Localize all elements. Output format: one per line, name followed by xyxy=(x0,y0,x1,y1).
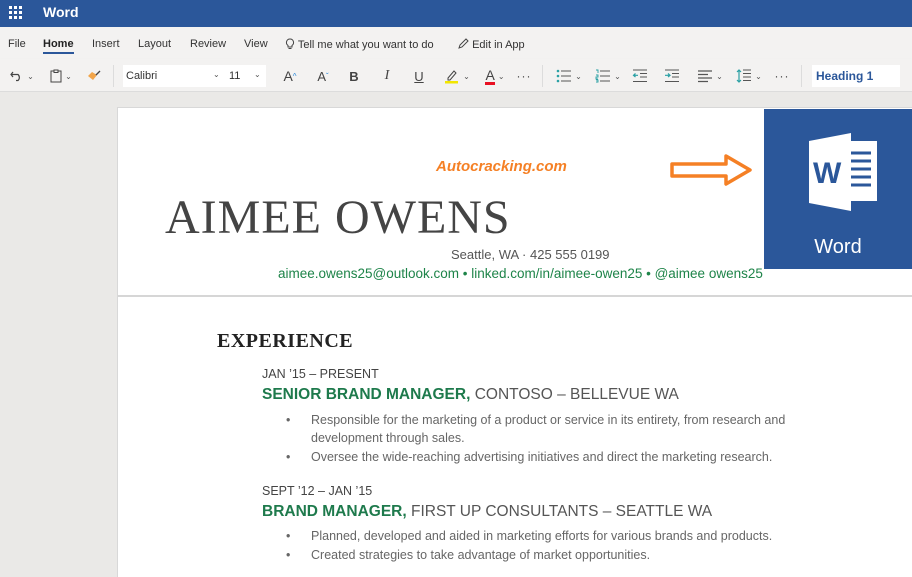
align-button[interactable]: ⌄ xyxy=(695,66,725,86)
word-tile-label: Word xyxy=(814,236,862,258)
list-item: • Responsible for the marketing of a prod… xyxy=(286,411,846,447)
bullet-text: Oversee the wide-reaching advertising in… xyxy=(311,450,773,464)
more-paragraph-options-button[interactable]: ··· xyxy=(772,66,792,86)
bullet-text: Responsible for the marketing of a produ… xyxy=(311,413,786,445)
undo-button[interactable]: ⌄ xyxy=(8,66,36,86)
line-spacing-button[interactable]: ⌄ xyxy=(734,66,764,86)
decrease-indent-icon xyxy=(632,69,647,82)
styles-gallery-heading-1[interactable]: Heading 1 xyxy=(812,65,900,87)
header-divider xyxy=(118,295,912,297)
job-title: SENIOR BRAND MANAGER, CONTOSO – BELLEVUE… xyxy=(262,386,679,404)
tab-review[interactable]: Review xyxy=(190,38,226,50)
chevron-down-icon: ⌄ xyxy=(755,71,762,81)
edit-in-app-label: Edit in App xyxy=(472,39,525,51)
align-left-icon xyxy=(698,69,713,82)
bullet-icon: • xyxy=(286,413,291,427)
bullet-text: Planned, developed and aided in marketin… xyxy=(311,529,773,543)
font-color-icon: A xyxy=(485,66,495,85)
home-toolbar: ⌄ ⌄ Calibri ⌄ 11 ⌄ A ^ Aˇ B I U ⌄ A ⌄ ··· … xyxy=(0,59,912,92)
tell-me-search[interactable]: Tell me what you want to do xyxy=(285,38,434,51)
underline-button[interactable]: U xyxy=(411,66,427,86)
chevron-down-icon: ⌄ xyxy=(213,70,220,79)
tell-me-label: Tell me what you want to do xyxy=(297,39,434,51)
list-item: • Oversee the wide-reaching advertising i… xyxy=(286,448,846,466)
chevron-down-icon: ⌄ xyxy=(575,71,582,81)
list-item: • Planned, developed and aided in marketi… xyxy=(286,527,846,545)
chevron-down-icon: ⌄ xyxy=(614,71,621,81)
app-launcher-icon[interactable] xyxy=(9,6,22,19)
ribbon-tabs: File Home Insert Layout Review View Tell… xyxy=(0,27,912,59)
bullet-icon: • xyxy=(286,529,291,543)
job-company: FIRST UP CONSULTANTS – SEATTLE WA xyxy=(406,503,713,520)
paste-button[interactable]: ⌄ xyxy=(47,66,75,86)
decrease-indent-button[interactable] xyxy=(631,66,649,86)
font-name-dropdown[interactable]: Calibri ⌄ 11 ⌄ xyxy=(123,65,266,87)
toolbar-separator xyxy=(801,65,802,87)
word-logo-icon: W xyxy=(809,133,877,211)
bulleted-list-icon xyxy=(556,69,572,83)
tab-view[interactable]: View xyxy=(244,38,268,50)
bullet-icon: • xyxy=(286,548,291,562)
highlight-button[interactable]: ⌄ xyxy=(442,66,472,86)
job-role: BRAND MANAGER, xyxy=(262,503,407,520)
job-company: CONTOSO – BELLEVUE WA xyxy=(470,386,679,403)
location-phone: Seattle, WA · 425 555 0199 xyxy=(451,247,610,262)
bullet-text: Created strategies to take advantage of … xyxy=(311,548,651,562)
edit-in-app-button[interactable]: Edit in App xyxy=(458,38,525,51)
chevron-down-icon: ⌄ xyxy=(716,71,723,81)
increase-indent-icon xyxy=(665,69,679,82)
watermark-text: Autocracking.com xyxy=(436,158,567,175)
word-logo-tile: W Word xyxy=(764,109,912,269)
grow-font-icon: A xyxy=(283,68,293,84)
section-heading-experience: EXPERIENCE xyxy=(217,330,354,352)
highlighter-icon xyxy=(445,70,459,84)
shrink-font-button[interactable]: Aˇ xyxy=(314,66,332,86)
numbered-list-icon xyxy=(595,69,611,83)
numbering-button[interactable]: ⌄ xyxy=(593,66,623,86)
undo-icon xyxy=(10,71,21,82)
pencil-icon xyxy=(458,38,469,49)
job-role: SENIOR BRAND MANAGER, xyxy=(262,386,471,403)
grow-font-button[interactable]: A ^ xyxy=(281,66,299,86)
font-size-dropdown[interactable]: 11 xyxy=(229,70,240,82)
tab-insert[interactable]: Insert xyxy=(92,38,120,50)
format-painter-icon xyxy=(88,70,101,80)
font-color-button[interactable]: A ⌄ xyxy=(480,66,510,86)
contact-links: aimee.owens25@outlook.com • linked.com/i… xyxy=(278,266,763,281)
line-spacing-icon xyxy=(736,69,752,83)
chevron-down-icon: ⌄ xyxy=(497,71,505,81)
tab-home[interactable]: Home xyxy=(43,38,74,54)
chevron-down-icon: ⌄ xyxy=(463,71,470,81)
italic-button[interactable]: I xyxy=(379,66,395,86)
job-title: BRAND MANAGER, FIRST UP CONSULTANTS – SE… xyxy=(262,503,712,521)
clipboard-icon xyxy=(50,69,62,83)
font-name-value: Calibri xyxy=(126,70,158,82)
bullet-icon: • xyxy=(286,450,291,464)
shrink-font-icon: A xyxy=(317,68,326,84)
lightbulb-icon xyxy=(285,38,295,49)
arrow-right-icon xyxy=(670,154,752,186)
app-name[interactable]: Word xyxy=(43,4,79,20)
bullets-button[interactable]: ⌄ xyxy=(554,66,584,86)
title-bar: Word xyxy=(0,0,912,27)
increase-indent-button[interactable] xyxy=(663,66,681,86)
tab-layout[interactable]: Layout xyxy=(138,38,171,50)
toolbar-separator xyxy=(113,65,114,87)
chevron-down-icon: ⌄ xyxy=(27,71,34,81)
chevron-down-icon: ⌄ xyxy=(254,70,261,79)
more-font-options-button[interactable]: ··· xyxy=(514,66,534,86)
tab-file[interactable]: File xyxy=(8,38,26,50)
chevron-down-icon: ⌄ xyxy=(65,71,72,81)
format-painter-button[interactable] xyxy=(85,66,103,86)
list-item: • Created strategies to take advantage of… xyxy=(286,546,846,564)
toolbar-separator xyxy=(542,65,543,87)
job-dates: JAN ’15 – PRESENT xyxy=(262,367,379,381)
bold-button[interactable]: B xyxy=(346,66,362,86)
svg-text:W: W xyxy=(813,157,842,190)
job-dates: SEPT ’12 – JAN ’15 xyxy=(262,484,373,498)
